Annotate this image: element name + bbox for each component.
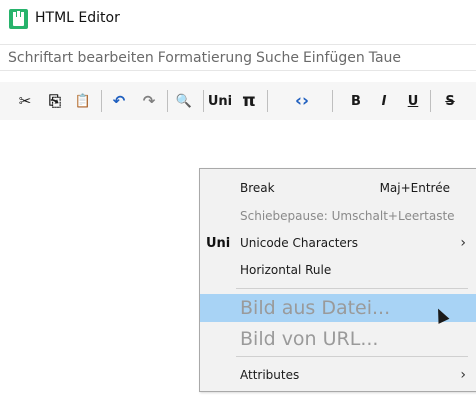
image-url-label: Bild von URL... — [240, 328, 379, 350]
toolbar-separator — [430, 90, 431, 112]
hr-label: Horizontal Rule — [240, 263, 332, 277]
context-menu: Break Maj+Entrée Schiebepause: Umschalt+… — [199, 168, 476, 392]
strikethrough-icon[interactable]: S — [437, 88, 463, 114]
submenu-arrow-icon: › — [460, 367, 466, 383]
cut-icon[interactable]: ✂ — [12, 88, 38, 114]
menu-item-attributes[interactable]: Attributes › — [200, 364, 476, 386]
nbsp-label: Schiebepause: Umschalt+Leertaste — [240, 209, 455, 223]
menu-insert[interactable]: Einfügen — [303, 50, 365, 66]
unicode-icon: Uni — [206, 235, 231, 251]
image-file-label: Bild aus Datei... — [240, 297, 391, 319]
menu-item-hr[interactable]: Horizontal Rule — [200, 259, 476, 281]
break-label: Break — [240, 181, 275, 195]
menu-taue[interactable]: Taue — [369, 50, 401, 66]
menu-item-unicode[interactable]: Uni Unicode Characters › — [200, 232, 476, 254]
pi-icon[interactable]: π — [236, 88, 262, 114]
redo-icon[interactable]: ↷ — [136, 88, 162, 114]
menu-item-image-file[interactable]: Bild aus Datei... — [200, 294, 476, 322]
submenu-arrow-icon: › — [460, 235, 466, 251]
italic-icon[interactable]: I — [371, 88, 397, 114]
menu-item-image-url[interactable]: Bild von URL... — [200, 325, 476, 353]
unicode-icon[interactable]: Uni — [207, 88, 233, 114]
paste-icon[interactable]: 📋 — [70, 88, 96, 114]
menu-format[interactable]: Formatierung — [158, 50, 252, 66]
menu-separator — [236, 288, 468, 289]
menu-separator — [236, 356, 468, 357]
toolbar-separator — [101, 90, 102, 112]
app-icon — [9, 9, 28, 29]
copy-icon[interactable]: ⎘ — [42, 88, 68, 114]
break-shortcut: Maj+Entrée — [379, 181, 450, 195]
menu-item-nbsp[interactable]: Schiebepause: Umschalt+Leertaste — [200, 205, 476, 227]
attributes-label: Attributes — [240, 368, 300, 382]
menu-search[interactable]: Suche — [256, 50, 299, 66]
search-icon[interactable]: 🔍 — [171, 88, 197, 114]
unicode-label: Unicode Characters — [240, 236, 358, 250]
underline-icon[interactable]: U — [400, 88, 426, 114]
bold-icon[interactable]: B — [343, 88, 369, 114]
undo-icon[interactable]: ↶ — [106, 88, 132, 114]
toolbar-separator — [267, 90, 268, 112]
menu-bar: Schriftart bearbeiten Formatierung Suche… — [0, 44, 476, 71]
menu-font[interactable]: Schriftart bearbeiten — [8, 50, 154, 66]
window-title: HTML Editor — [35, 10, 120, 26]
toolbar-separator — [167, 90, 168, 112]
menu-item-break[interactable]: Break Maj+Entrée — [200, 177, 476, 199]
title-bar: HTML Editor — [0, 0, 476, 38]
toolbar-separator — [203, 90, 204, 112]
toolbar-separator — [332, 90, 333, 112]
code-icon[interactable]: ‹› — [289, 88, 315, 114]
toolbar: ✂ ⎘ 📋 ↶ ↷ 🔍 Uni π ‹› B I U S — [0, 82, 476, 120]
